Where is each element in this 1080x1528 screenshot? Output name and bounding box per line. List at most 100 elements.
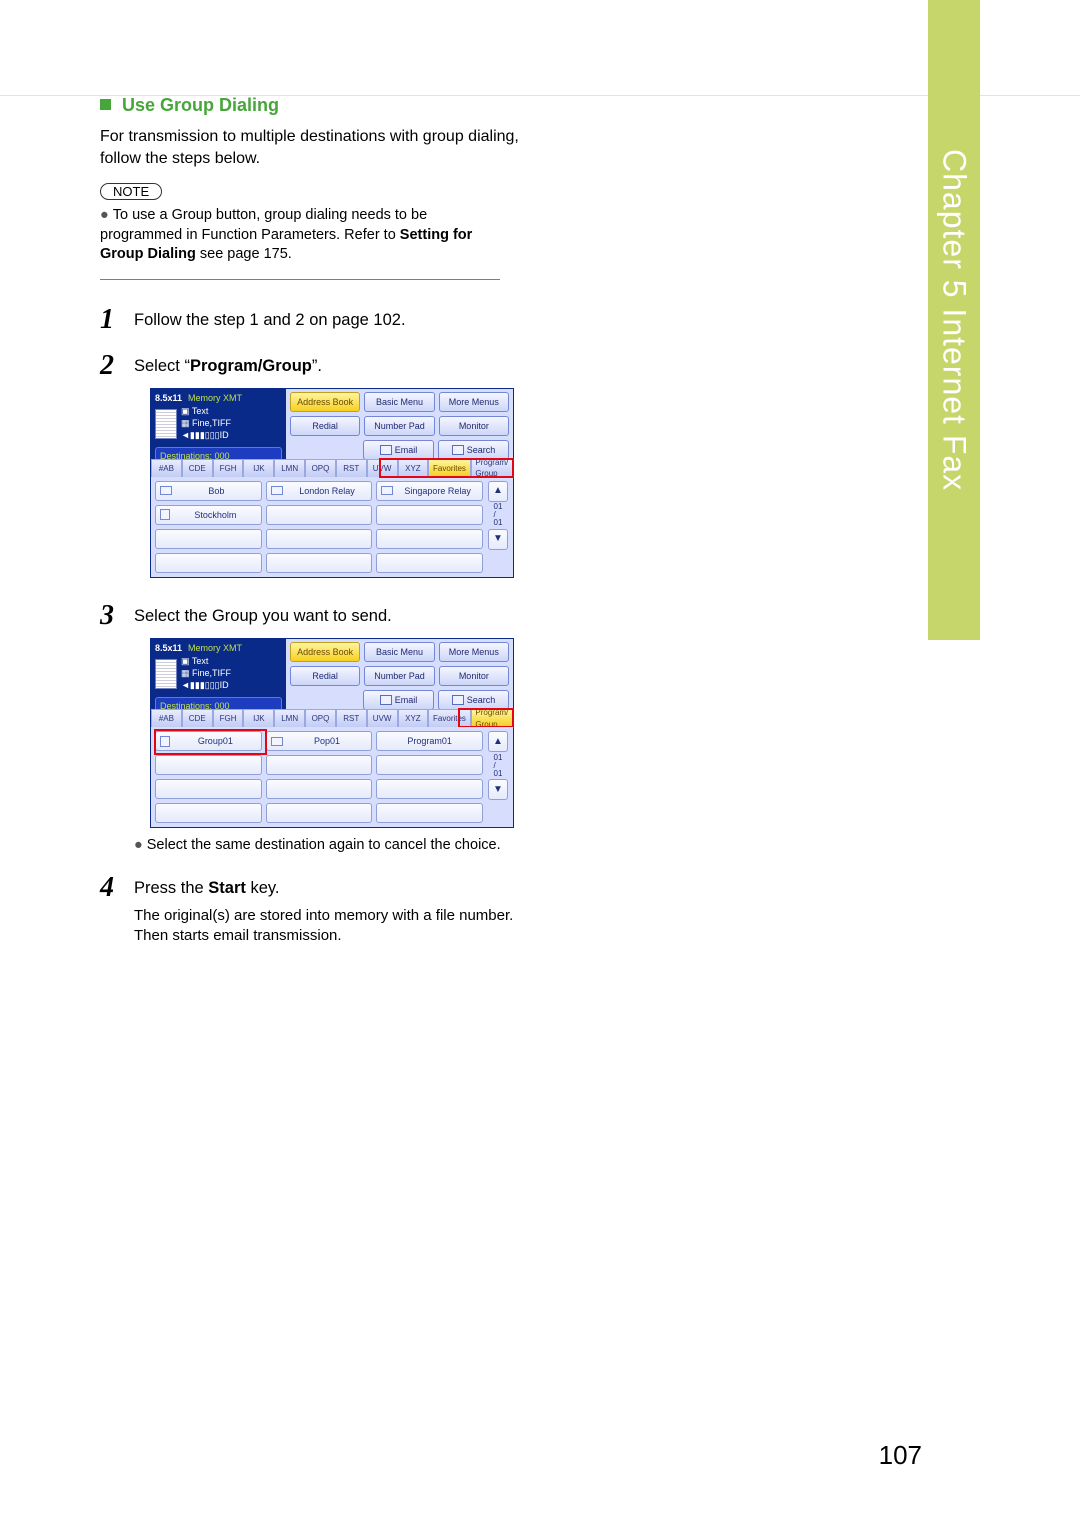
list-item-empty[interactable] [376, 529, 483, 549]
list-item-empty[interactable] [155, 803, 262, 823]
list-item-empty[interactable] [266, 779, 373, 799]
tab-xyz[interactable]: XYZ [398, 459, 429, 477]
step-body: Select the Group you want to send. 8.5x1… [134, 602, 520, 856]
list-item-empty[interactable] [266, 803, 373, 823]
tab-opq[interactable]: OPQ [305, 709, 336, 727]
memory-xmt-label: Memory XMT [188, 392, 242, 405]
group-icon [160, 736, 170, 747]
basic-menu-button[interactable]: Basic Menu [364, 642, 434, 662]
list-item-empty[interactable] [266, 553, 373, 573]
tab-ijk[interactable]: IJK [243, 709, 274, 727]
list-item-empty[interactable] [266, 505, 373, 525]
basic-menu-button[interactable]: Basic Menu [364, 392, 434, 412]
tab-rst[interactable]: RST [336, 709, 367, 727]
number-pad-button[interactable]: Number Pad [364, 666, 434, 686]
list-item-empty[interactable] [155, 755, 262, 775]
email-button[interactable]: Email [363, 440, 434, 460]
list-item-empty[interactable] [266, 755, 373, 775]
density-bar-icon: ◄▮▮▮▯▯▯ [181, 680, 220, 690]
fax-header-left: 8.5x11 Memory XMT ▣ Text ▦ Fine,TIFF [151, 389, 286, 459]
tab-ab[interactable]: #AB [151, 459, 182, 477]
list-item-empty[interactable] [376, 779, 483, 799]
section-title: Use Group Dialing [100, 95, 520, 116]
list-item-empty[interactable] [155, 553, 262, 573]
tab-favorites[interactable]: Favorites [428, 709, 470, 727]
list-item[interactable]: Group01 [155, 731, 262, 751]
address-book-button[interactable]: Address Book [290, 642, 360, 662]
fax-panel-b: 8.5x11 Memory XMT ▣ Text ▦ Fine,TIFF [150, 638, 514, 828]
list-item[interactable]: Stockholm [155, 505, 262, 525]
list-item-empty[interactable] [376, 505, 483, 525]
list-item-label: Singapore Relay [397, 485, 478, 498]
tab-uvw[interactable]: UVW [367, 709, 398, 727]
scroll-down-button[interactable]: ▼ [488, 779, 508, 800]
mode-text-icon: ▣ [181, 656, 192, 666]
email-button[interactable]: Email [363, 690, 434, 710]
page-number: 107 [879, 1440, 922, 1471]
tab-ab[interactable]: #AB [151, 709, 182, 727]
mode-tiff-icon: ▦ [181, 668, 192, 678]
note-text-pre: To use a Group button, group dialing nee… [100, 207, 427, 243]
paper-size: 8.5x11 [155, 642, 182, 655]
redial-button[interactable]: Redial [290, 416, 360, 436]
page-indicator: 01 / 01 [488, 755, 508, 776]
page-indicator: 01 / 01 [488, 505, 508, 526]
fax-machine-icon [160, 509, 170, 520]
list-item-empty[interactable] [376, 553, 483, 573]
list-item[interactable]: London Relay [266, 481, 373, 501]
more-menus-button[interactable]: More Menus [439, 392, 509, 412]
monitor-button[interactable]: Monitor [439, 666, 509, 686]
step-3: 3 Select the Group you want to send. 8.5… [100, 602, 520, 856]
mail-icon [271, 486, 283, 495]
bullet-dot-icon: ● [134, 837, 143, 853]
list-item-empty[interactable] [376, 803, 483, 823]
bullet-icon [100, 99, 111, 110]
chapter-label: Chapter 5 Internet Fax [936, 149, 973, 491]
list-item-empty[interactable] [155, 529, 262, 549]
fax-header-right: Address Book Basic Menu More Menus Redia… [286, 389, 513, 459]
mode-text-label: Text [192, 406, 209, 416]
tab-opq[interactable]: OPQ [305, 459, 336, 477]
list-item-empty[interactable] [155, 779, 262, 799]
arrow-up-icon: ▲ [493, 735, 503, 749]
tab-program-group[interactable]: Program/ Group [471, 709, 513, 727]
monitor-button[interactable]: Monitor [439, 416, 509, 436]
chapter-side-tab: Chapter 5 Internet Fax [928, 0, 980, 640]
note-text-post: see page 175. [196, 246, 292, 262]
paper-size: 8.5x11 [155, 392, 182, 405]
scroll-up-button[interactable]: ▲ [488, 481, 508, 502]
memory-xmt-label: Memory XMT [188, 642, 242, 655]
list-item-empty[interactable] [266, 529, 373, 549]
number-pad-button[interactable]: Number Pad [364, 416, 434, 436]
tab-uvw[interactable]: UVW [367, 459, 398, 477]
tab-rst[interactable]: RST [336, 459, 367, 477]
step-text-bold: Program/Group [190, 357, 312, 375]
mode-text-icon: ▣ [181, 406, 192, 416]
list-item-label: London Relay [287, 485, 368, 498]
scroll-down-button[interactable]: ▼ [488, 529, 508, 550]
tab-xyz[interactable]: XYZ [398, 709, 429, 727]
tab-ijk[interactable]: IJK [243, 459, 274, 477]
tab-program-group[interactable]: Program/ Group [471, 459, 513, 477]
list-item[interactable]: Bob [155, 481, 262, 501]
scroll-up-button[interactable]: ▲ [488, 731, 508, 752]
tab-lmn[interactable]: LMN [274, 459, 305, 477]
tab-fgh[interactable]: FGH [213, 459, 244, 477]
address-book-button[interactable]: Address Book [290, 392, 360, 412]
redial-button[interactable]: Redial [290, 666, 360, 686]
fax-header-right: Address Book Basic Menu More Menus Redia… [286, 639, 513, 709]
list-item-empty[interactable] [376, 755, 483, 775]
subnote-text: Select the same destination again to can… [147, 837, 501, 853]
tab-cde[interactable]: CDE [182, 709, 213, 727]
list-item[interactable]: Pop01 [266, 731, 373, 751]
tab-lmn[interactable]: LMN [274, 709, 305, 727]
arrow-down-icon: ▼ [493, 532, 503, 546]
list-item[interactable]: Singapore Relay [376, 481, 483, 501]
tab-favorites[interactable]: Favorites [428, 459, 470, 477]
tab-cde[interactable]: CDE [182, 459, 213, 477]
more-menus-button[interactable]: More Menus [439, 642, 509, 662]
tab-fgh[interactable]: FGH [213, 709, 244, 727]
mail-icon [381, 486, 393, 495]
list-item[interactable]: Program01 [376, 731, 483, 751]
step-body: Select “Program/Group”. 8.5x11 Memory XM… [134, 352, 520, 584]
